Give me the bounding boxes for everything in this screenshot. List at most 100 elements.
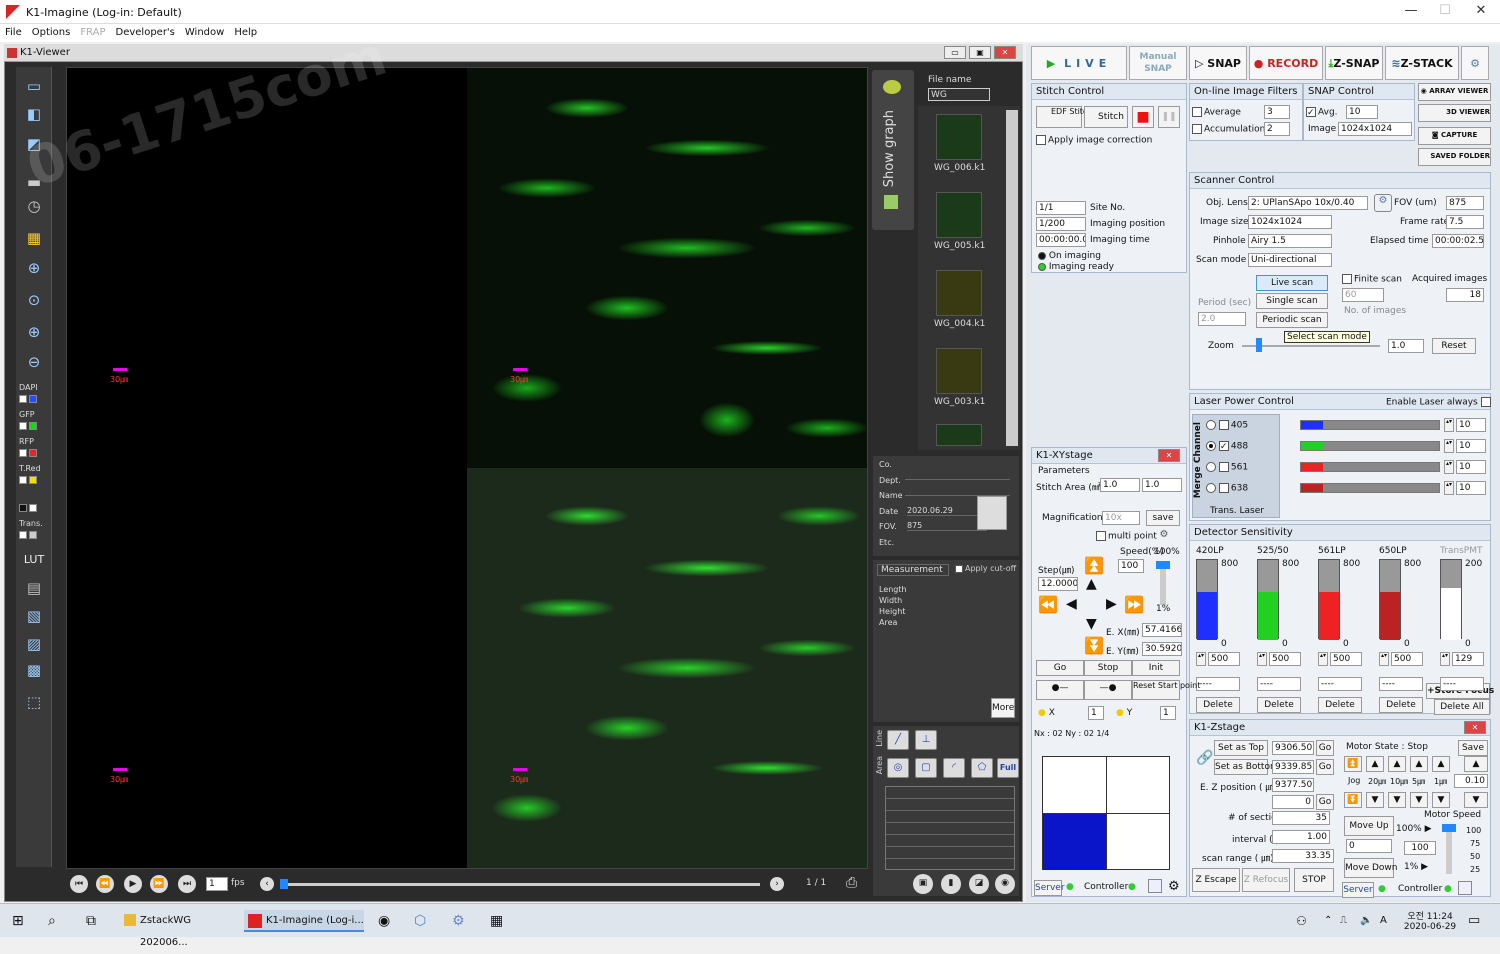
thumbnail-label[interactable]: WG_004.k1: [934, 319, 985, 329]
thumbnail[interactable]: [936, 192, 982, 238]
jog-down-1-icon[interactable]: ▼: [1432, 792, 1450, 808]
xy-save-button[interactable]: save: [1146, 510, 1180, 526]
line-tab[interactable]: Line: [875, 730, 884, 747]
eye-app-icon[interactable]: ◉: [378, 910, 390, 932]
clock-icon[interactable]: ◷: [22, 195, 46, 217]
fps-input[interactable]: 1: [206, 877, 228, 891]
laser-561-slider[interactable]: [1300, 462, 1440, 472]
detector-gain-input[interactable]: 500: [1391, 652, 1423, 666]
thumbnail[interactable]: [936, 424, 982, 446]
menu-developers[interactable]: Developer's: [111, 24, 180, 41]
lut-icon[interactable]: LUT: [22, 549, 46, 571]
detector-spinner[interactable]: ▴▾: [1318, 652, 1328, 666]
polygon-tool-icon[interactable]: ⬠: [971, 758, 993, 778]
thumbnail[interactable]: [936, 114, 982, 160]
laser-spinner[interactable]: ▴▾: [1444, 418, 1454, 432]
menu-help[interactable]: Help: [229, 24, 262, 41]
jog-down-5-icon[interactable]: ▼: [1410, 792, 1428, 808]
move-right-fast-icon[interactable]: ⏩: [1124, 595, 1144, 614]
z-goto-input[interactable]: 0: [1272, 795, 1314, 809]
period-input[interactable]: 2.0: [1198, 312, 1246, 326]
single-scan-button[interactable]: Single scan: [1256, 293, 1328, 309]
viewer-close-button[interactable]: ✕: [994, 46, 1016, 59]
xy-status-icon[interactable]: [1148, 879, 1162, 893]
timeline-slider[interactable]: [280, 883, 760, 886]
stitch-button[interactable]: Stitch: [1084, 106, 1128, 128]
export-tool-icon[interactable]: ◪: [969, 874, 989, 894]
zoom-out-icon[interactable]: ⊖: [22, 351, 46, 373]
prev-frame-button[interactable]: ⏪: [96, 875, 114, 893]
start-windows-icon[interactable]: ⊞: [12, 910, 24, 932]
set-as-top-button[interactable]: Set as Top: [1214, 740, 1268, 756]
stitch-grid[interactable]: [1042, 756, 1170, 870]
info-co-value[interactable]: [905, 470, 1010, 480]
laser-638-slider[interactable]: [1300, 483, 1440, 493]
set-start-icon[interactable]: ●—: [1036, 680, 1084, 700]
detector-gain-slider[interactable]: [1440, 559, 1462, 640]
live-scan-button[interactable]: Live scan: [1256, 275, 1328, 291]
reset-start-point-button[interactable]: Reset Start point: [1132, 680, 1200, 700]
set-end-icon[interactable]: —●: [1084, 680, 1132, 700]
delete-focus-button[interactable]: Delete: [1318, 697, 1362, 713]
record-button[interactable]: ● RECORD: [1249, 46, 1323, 80]
thumbnail[interactable]: [936, 270, 982, 316]
z-refocus-button[interactable]: Z Refocus: [1242, 868, 1290, 892]
edf-stitch-button[interactable]: EDF Stitch: [1036, 106, 1092, 128]
xy-stage-close-button[interactable]: ✕: [1158, 449, 1180, 462]
snap-avg-input[interactable]: 10: [1346, 105, 1378, 119]
info-dept-value[interactable]: [905, 486, 1010, 496]
detector-spinner[interactable]: ▴▾: [1257, 652, 1267, 666]
zoom-fit-icon[interactable]: ⊕: [22, 257, 46, 279]
snap-button[interactable]: ▷ SNAP: [1189, 46, 1247, 80]
zoom-slider[interactable]: [1242, 345, 1380, 347]
pinhole-select[interactable]: Airy 1.5: [1248, 234, 1332, 248]
capture-button[interactable]: ◙ CAPTURE: [1418, 127, 1491, 145]
average-input[interactable]: 3: [1264, 105, 1290, 119]
move-right-icon[interactable]: ▶: [1106, 596, 1117, 612]
zoom-slider-thumb[interactable]: [1256, 338, 1262, 352]
channel-toggle-extra[interactable]: [19, 504, 49, 512]
lens-settings-icon[interactable]: ⚙: [1374, 194, 1392, 212]
apply-cutoff-checkbox[interactable]: Apply cut-off: [955, 564, 1016, 573]
accumulation-checkbox[interactable]: Accumulation: [1192, 124, 1265, 135]
eye-icon[interactable]: ◉: [995, 874, 1015, 894]
speed-slider-thumb[interactable]: [1156, 561, 1170, 569]
ruler-icon[interactable]: ▬: [22, 171, 46, 193]
line-tool-icon[interactable]: ╱: [887, 730, 909, 750]
x-count-input[interactable]: 1: [1088, 706, 1104, 720]
last-frame-button[interactable]: ⏭: [178, 875, 196, 893]
open-file-icon[interactable]: ◧: [22, 103, 46, 125]
close-button[interactable]: ✕: [1466, 3, 1496, 21]
first-frame-button[interactable]: ⏮: [70, 875, 88, 893]
zoom-input[interactable]: 1.0: [1388, 339, 1424, 353]
move-up-icon[interactable]: ▲: [1086, 576, 1097, 592]
move-down-button[interactable]: Move Down: [1344, 858, 1398, 878]
viewer-minimize-button[interactable]: ▭: [944, 46, 966, 59]
laser-638-row[interactable]: 638: [1206, 483, 1248, 494]
gradient-icon[interactable]: ▤: [22, 577, 46, 599]
finite-scan-checkbox[interactable]: Finite scan: [1342, 274, 1402, 285]
image-size-select[interactable]: 1024x1024: [1248, 215, 1332, 229]
laser-spinner[interactable]: ▴▾: [1444, 481, 1454, 495]
stitch-area-x-input[interactable]: 1.0: [1100, 478, 1140, 492]
z-server-button[interactable]: Server: [1342, 882, 1374, 898]
more-button[interactable]: More: [991, 698, 1015, 718]
jog-down-20-icon[interactable]: ▼: [1366, 792, 1384, 808]
vertical-line-tool-icon[interactable]: ⊥: [915, 730, 937, 750]
image-canvas[interactable]: 30㎛ 30㎛ 30㎛ 30㎛: [66, 67, 868, 869]
rect-tool-icon[interactable]: ▢: [915, 758, 937, 778]
interval-input[interactable]: 1.00: [1272, 830, 1330, 844]
seek-back-button[interactable]: ‹: [260, 877, 274, 891]
motor-speed-input[interactable]: 100: [1404, 841, 1436, 855]
z-goto-go-button[interactable]: Go: [1316, 794, 1334, 810]
move-left-fast-icon[interactable]: ⏪: [1038, 595, 1058, 614]
info-fov-value[interactable]: 875: [907, 521, 987, 531]
move-down-icon[interactable]: ▼: [1086, 616, 1097, 632]
laser-405-value[interactable]: 10: [1456, 418, 1486, 432]
xy-init-button[interactable]: Init: [1132, 660, 1180, 676]
link-icon[interactable]: 🔗: [1196, 750, 1213, 766]
save-icon[interactable]: ◩: [22, 133, 46, 155]
menu-frap[interactable]: FRAP: [75, 24, 110, 41]
channel-toggle-trans[interactable]: [19, 531, 49, 539]
detector-gain-slider[interactable]: [1196, 559, 1218, 640]
